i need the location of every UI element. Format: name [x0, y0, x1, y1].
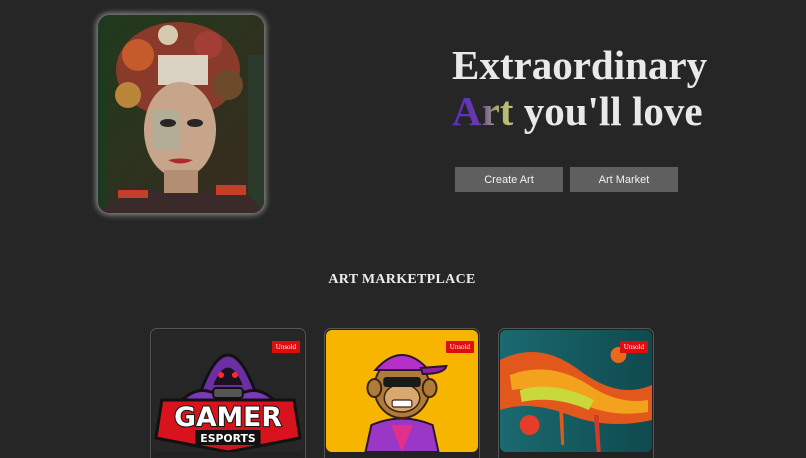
esports-logo-text: ESPORTS: [200, 432, 256, 445]
headline-art-word: Art: [452, 88, 514, 134]
art-card-gamer[interactable]: Unsold GAMER ESPORTS: [150, 328, 306, 458]
hero-buttons: Create Art Art Market: [455, 167, 678, 192]
status-badge: Unsold: [271, 341, 300, 353]
create-art-button[interactable]: Create Art: [455, 167, 563, 192]
hero-headline: Extraordinary Art you'll love: [452, 42, 782, 134]
marketplace-title: ART MARKETPLACE: [328, 272, 476, 287]
headline-line-2: Art you'll love: [452, 88, 782, 134]
status-badge: Unsold: [445, 341, 474, 353]
hero-portrait-image: [98, 15, 264, 213]
art-card-abstract[interactable]: Unsold: [498, 328, 654, 458]
headline-line-1: Extraordinary: [452, 42, 708, 88]
headline-line-2-rest: you'll love: [513, 88, 703, 134]
art-market-button[interactable]: Art Market: [570, 167, 678, 192]
status-badge: Unsold: [619, 341, 648, 353]
art-card-ape[interactable]: Unsold: [324, 328, 480, 458]
gamer-logo-text: GAMER: [174, 402, 282, 433]
